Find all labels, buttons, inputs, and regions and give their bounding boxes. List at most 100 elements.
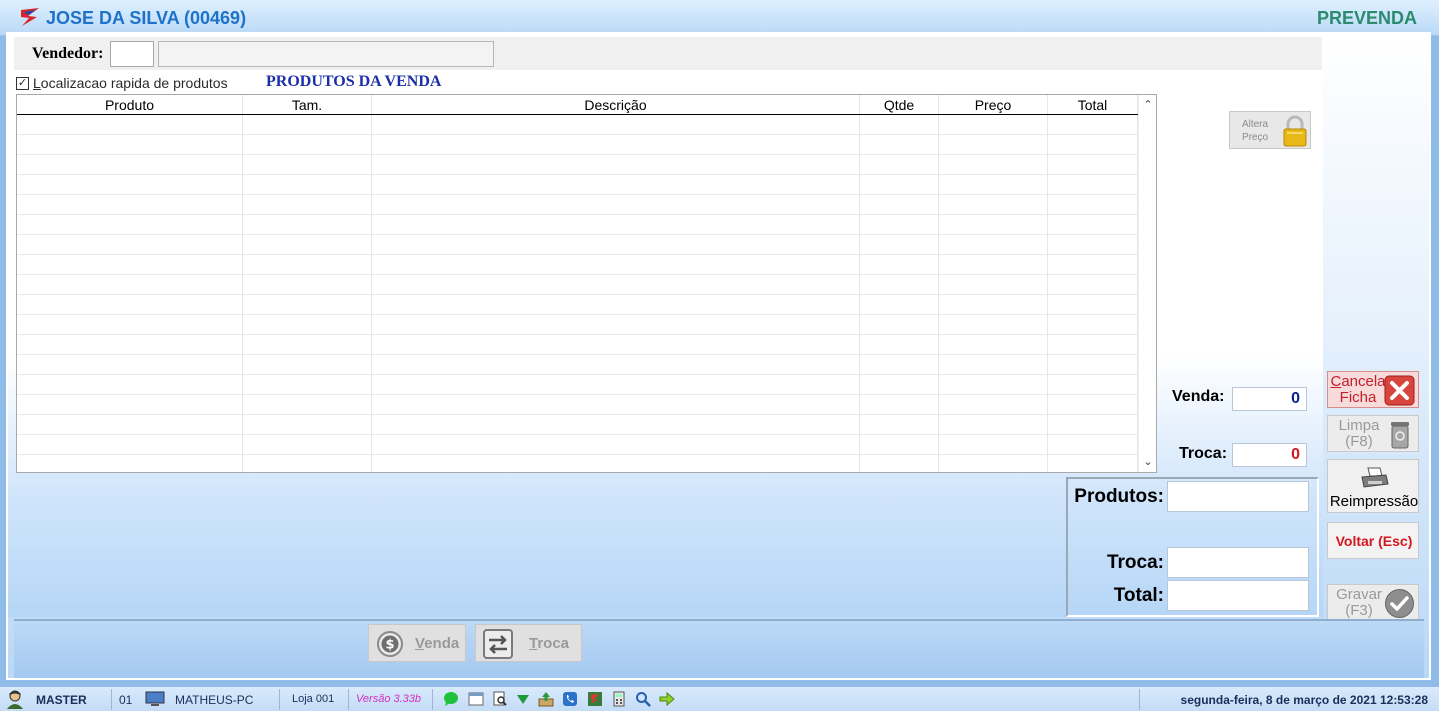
table-cell[interactable]	[17, 235, 243, 255]
table-cell[interactable]	[1048, 295, 1138, 315]
table-cell[interactable]	[939, 355, 1048, 375]
table-cell[interactable]	[17, 295, 243, 315]
reimpressao-button[interactable]: Reimpressão	[1327, 459, 1419, 513]
table-cell[interactable]	[939, 455, 1048, 472]
table-cell[interactable]	[939, 435, 1048, 455]
table-cell[interactable]	[243, 135, 372, 155]
cancela-ficha-button[interactable]: Cancela Ficha	[1327, 371, 1419, 408]
table-cell[interactable]	[243, 335, 372, 355]
table-cell[interactable]	[1048, 275, 1138, 295]
table-cell[interactable]	[372, 135, 860, 155]
table-cell[interactable]	[1048, 155, 1138, 175]
table-cell[interactable]	[939, 395, 1048, 415]
table-cell[interactable]	[17, 415, 243, 435]
table-cell[interactable]	[860, 255, 939, 275]
table-cell[interactable]	[939, 135, 1048, 155]
table-cell[interactable]	[372, 435, 860, 455]
table-cell[interactable]	[243, 155, 372, 175]
table-cell[interactable]	[939, 375, 1048, 395]
gravar-button[interactable]: Gravar (F3)	[1327, 584, 1419, 621]
table-cell[interactable]	[939, 235, 1048, 255]
table-cell[interactable]	[939, 155, 1048, 175]
table-row[interactable]	[17, 355, 1138, 375]
search-doc-icon[interactable]	[492, 691, 508, 707]
scroll-down-icon[interactable]: ⌄	[1139, 453, 1156, 471]
table-cell[interactable]	[1048, 375, 1138, 395]
chat-icon[interactable]	[443, 691, 459, 707]
table-cell[interactable]	[243, 195, 372, 215]
quick-find-option[interactable]: ✓ Localizacao rapida de produtos	[16, 75, 228, 91]
table-cell[interactable]	[372, 395, 860, 415]
table-row[interactable]	[17, 455, 1138, 472]
table-cell[interactable]	[860, 235, 939, 255]
table-row[interactable]	[17, 115, 1138, 135]
table-row[interactable]	[17, 155, 1138, 175]
forward-arrow-icon[interactable]	[659, 691, 675, 707]
table-cell[interactable]	[860, 275, 939, 295]
table-cell[interactable]	[939, 415, 1048, 435]
table-cell[interactable]	[1048, 435, 1138, 455]
table-cell[interactable]	[243, 455, 372, 472]
grid-body[interactable]	[17, 115, 1138, 472]
table-cell[interactable]	[243, 435, 372, 455]
vendedor-code-input[interactable]	[110, 41, 154, 67]
table-cell[interactable]	[1048, 175, 1138, 195]
table-row[interactable]	[17, 315, 1138, 335]
table-cell[interactable]	[372, 215, 860, 235]
table-cell[interactable]	[1048, 255, 1138, 275]
table-cell[interactable]	[1048, 215, 1138, 235]
table-cell[interactable]	[372, 455, 860, 472]
table-cell[interactable]	[1048, 415, 1138, 435]
window-icon[interactable]	[468, 691, 484, 707]
scroll-up-icon[interactable]: ⌃	[1139, 96, 1156, 114]
table-cell[interactable]	[243, 275, 372, 295]
table-cell[interactable]	[860, 155, 939, 175]
limpa-button[interactable]: Limpa (F8)	[1327, 415, 1419, 452]
table-cell[interactable]	[243, 375, 372, 395]
table-cell[interactable]	[860, 435, 939, 455]
table-cell[interactable]	[860, 355, 939, 375]
table-cell[interactable]	[1048, 335, 1138, 355]
table-cell[interactable]	[17, 215, 243, 235]
table-cell[interactable]	[17, 175, 243, 195]
table-cell[interactable]	[17, 275, 243, 295]
table-cell[interactable]	[860, 455, 939, 472]
table-row[interactable]	[17, 275, 1138, 295]
table-cell[interactable]	[17, 135, 243, 155]
table-row[interactable]	[17, 255, 1138, 275]
table-cell[interactable]	[860, 335, 939, 355]
table-cell[interactable]	[860, 175, 939, 195]
table-row[interactable]	[17, 415, 1138, 435]
table-row[interactable]	[17, 195, 1138, 215]
table-cell[interactable]	[17, 435, 243, 455]
table-cell[interactable]	[1048, 355, 1138, 375]
table-cell[interactable]	[939, 275, 1048, 295]
table-cell[interactable]	[860, 415, 939, 435]
table-cell[interactable]	[243, 255, 372, 275]
table-cell[interactable]	[1048, 395, 1138, 415]
table-cell[interactable]	[1048, 315, 1138, 335]
column-header-qtde[interactable]: Qtde	[860, 95, 939, 114]
table-cell[interactable]	[17, 335, 243, 355]
altera-preco-button[interactable]: Altera Preço	[1229, 111, 1311, 149]
table-cell[interactable]	[243, 315, 372, 335]
table-cell[interactable]	[860, 295, 939, 315]
table-cell[interactable]	[1048, 135, 1138, 155]
quick-find-label[interactable]: Localizacao rapida de produtos	[33, 75, 228, 91]
table-cell[interactable]	[1048, 235, 1138, 255]
table-cell[interactable]	[372, 375, 860, 395]
table-row[interactable]	[17, 235, 1138, 255]
table-cell[interactable]	[372, 315, 860, 335]
magnifier-icon[interactable]	[635, 691, 651, 707]
column-header-produto[interactable]: Produto	[17, 95, 243, 114]
table-cell[interactable]	[17, 255, 243, 275]
quick-find-checkbox[interactable]: ✓	[16, 76, 29, 90]
table-cell[interactable]	[860, 215, 939, 235]
table-cell[interactable]	[860, 195, 939, 215]
table-cell[interactable]	[1048, 115, 1138, 135]
voltar-button[interactable]: Voltar (Esc)	[1327, 522, 1419, 559]
table-cell[interactable]	[1048, 195, 1138, 215]
table-cell[interactable]	[372, 115, 860, 135]
table-cell[interactable]	[243, 235, 372, 255]
app-icon[interactable]	[587, 691, 603, 707]
